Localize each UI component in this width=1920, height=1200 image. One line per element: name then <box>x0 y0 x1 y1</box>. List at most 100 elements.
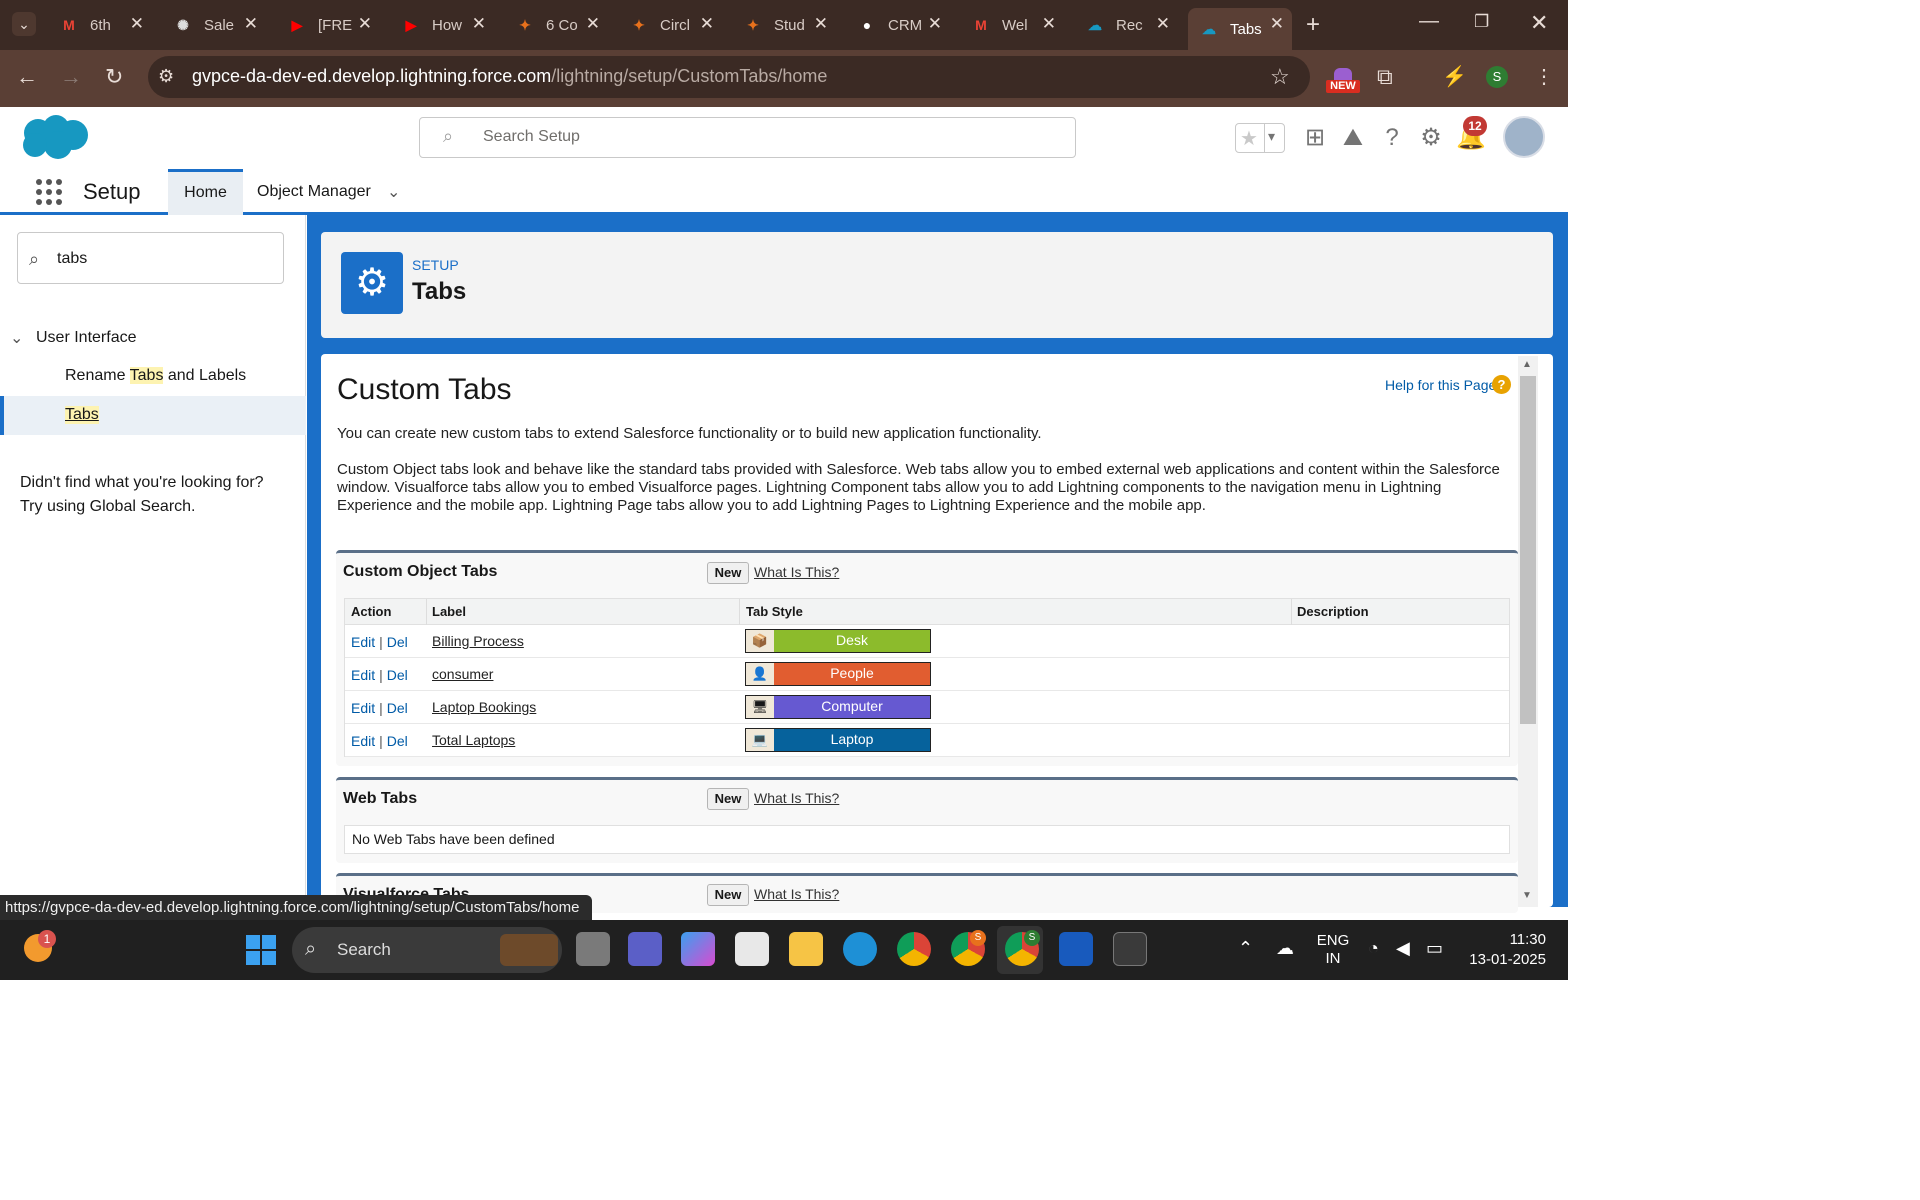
close-tab-icon[interactable]: ✕ <box>358 14 372 34</box>
help-icon[interactable]: ? <box>1378 124 1406 152</box>
favorites-button[interactable]: ★ ▾ <box>1235 123 1285 153</box>
delete-link[interactable]: Del <box>387 733 408 749</box>
reload-icon[interactable]: ↻ <box>105 64 123 90</box>
help-for-this-page-link[interactable]: Help for this Page <box>1385 377 1496 393</box>
browser-tab[interactable]: ✦ 6 Co ✕ <box>504 8 608 42</box>
word-icon[interactable] <box>1059 932 1093 966</box>
scroll-down-icon[interactable]: ▼ <box>1522 890 1532 901</box>
edit-link[interactable]: Edit <box>351 700 375 716</box>
browser-tab[interactable]: ☁ Rec ✕ <box>1074 8 1178 42</box>
scrollbar-thumb[interactable] <box>1520 376 1536 724</box>
web-tabs-what-is-this-link[interactable]: What Is This? <box>754 790 839 806</box>
salesforce-logo-icon[interactable] <box>18 113 90 163</box>
chrome-menu-icon[interactable]: ⋮ <box>1534 64 1554 89</box>
gmail-icon: M <box>63 17 75 33</box>
onedrive-icon[interactable]: ☁ <box>1276 938 1294 959</box>
visualforce-what-is-this-link[interactable]: What Is This? <box>754 886 839 902</box>
browser-tab[interactable]: ✺ Sale ✕ <box>162 8 266 42</box>
tree-item-tabs-label[interactable]: Tabs <box>65 406 99 424</box>
file-explorer-icon[interactable] <box>789 932 823 966</box>
setup-gear-icon[interactable]: ⚙ <box>1417 124 1445 152</box>
global-actions-icon[interactable]: ⊞ <box>1301 124 1329 152</box>
close-tab-icon[interactable]: ✕ <box>472 14 486 34</box>
wifi-icon[interactable]: ◔ <box>1368 938 1379 959</box>
tree-group-user-interface[interactable]: User Interface <box>36 329 136 347</box>
battery-icon[interactable]: ▭ <box>1426 938 1443 959</box>
extensions-puzzle-icon[interactable]: ⧉ <box>1377 64 1393 90</box>
new-web-tab-button[interactable]: New <box>707 788 749 810</box>
back-icon[interactable]: ← <box>16 64 38 90</box>
tree-item-rename-tabs[interactable]: Rename Tabs and Labels <box>65 367 246 385</box>
site-info-icon[interactable]: ⚙ <box>158 66 174 87</box>
browser-tab[interactable]: M Wel ✕ <box>960 8 1064 42</box>
profile-avatar[interactable]: S <box>1486 66 1508 88</box>
close-window-icon[interactable]: ✕ <box>1530 10 1548 36</box>
browser-tab[interactable]: ▶ [FRE ✕ <box>276 8 380 42</box>
forward-icon[interactable]: → <box>60 64 82 90</box>
windows-start-icon[interactable] <box>246 935 276 965</box>
nav-tab-object-manager[interactable]: Object Manager <box>257 183 371 201</box>
edit-link[interactable]: Edit <box>351 667 375 683</box>
close-tab-icon[interactable]: ✕ <box>814 14 828 34</box>
row-actions: Edit | Del <box>351 733 408 749</box>
edit-link[interactable]: Edit <box>351 733 375 749</box>
chrome-icon[interactable] <box>897 932 931 966</box>
browser-tab[interactable]: ✦ Stud ✕ <box>732 8 836 42</box>
extension-new-icon[interactable]: NEW <box>1326 68 1360 93</box>
close-tab-icon[interactable]: ✕ <box>586 14 600 34</box>
tab-style-name: Computer <box>821 698 883 714</box>
tree-item-tabs-selected[interactable] <box>0 396 306 435</box>
url-text[interactable]: gvpce-da-dev-ed.develop.lightning.force.… <box>192 66 827 87</box>
tab-label-link[interactable]: Laptop Bookings <box>432 699 536 715</box>
close-tab-icon[interactable]: ✕ <box>1270 14 1284 34</box>
tray-chevron-up-icon[interactable]: ⌃ <box>1238 938 1253 959</box>
restore-icon[interactable]: ❐ <box>1474 12 1489 32</box>
object-manager-chevron-icon[interactable]: ⌄ <box>387 182 400 202</box>
rename-highlight: Tabs <box>129 367 164 384</box>
close-tab-icon[interactable]: ✕ <box>928 14 942 34</box>
delete-link[interactable]: Del <box>387 700 408 716</box>
terminal-icon[interactable] <box>1113 932 1147 966</box>
what-is-this-link[interactable]: What Is This? <box>754 564 839 580</box>
tab-label-link[interactable]: consumer <box>432 666 493 682</box>
scroll-up-icon[interactable]: ▲ <box>1522 359 1532 370</box>
teams-icon[interactable] <box>628 932 662 966</box>
language-indicator[interactable]: ENG IN <box>1316 932 1350 968</box>
new-tab-icon[interactable]: + <box>1306 11 1320 39</box>
edge-icon[interactable] <box>843 932 877 966</box>
task-view-icon[interactable] <box>576 932 610 966</box>
salesforce-icon: ☁ <box>1088 16 1102 33</box>
bookmark-star-icon[interactable]: ☆ <box>1270 64 1290 90</box>
help-question-icon[interactable]: ? <box>1492 375 1511 394</box>
minimize-icon[interactable]: — <box>1419 10 1439 33</box>
volume-icon[interactable]: ◀ <box>1396 938 1410 959</box>
close-tab-icon[interactable]: ✕ <box>1042 14 1056 34</box>
browser-tab[interactable]: ✦ Circl ✕ <box>618 8 722 42</box>
store-icon[interactable] <box>735 932 769 966</box>
trailhead-icon[interactable]: ⛰ <box>1339 124 1367 152</box>
browser-tab[interactable]: ● CRM ✕ <box>846 8 950 42</box>
collapse-chevron-icon[interactable]: ⌄ <box>10 328 23 348</box>
tab-label-link[interactable]: Total Laptops <box>432 732 515 748</box>
copilot-icon[interactable] <box>681 932 715 966</box>
tab-search-icon[interactable]: ⌄ <box>12 12 36 36</box>
new-visualforce-tab-button[interactable]: New <box>707 884 749 906</box>
delete-link[interactable]: Del <box>387 634 408 650</box>
browser-tab[interactable]: ▶ How ✕ <box>390 8 494 42</box>
tab-label-link[interactable]: Billing Process <box>432 633 524 649</box>
edit-link[interactable]: Edit <box>351 634 375 650</box>
delete-link[interactable]: Del <box>387 667 408 683</box>
system-clock[interactable]: 11:30 13-01-2025 <box>1469 930 1546 970</box>
app-launcher-icon[interactable] <box>36 179 62 205</box>
close-tab-icon[interactable]: ✕ <box>130 14 144 34</box>
close-tab-icon[interactable]: ✕ <box>700 14 714 34</box>
close-tab-icon[interactable]: ✕ <box>244 14 258 34</box>
new-custom-object-tab-button[interactable]: New <box>707 562 749 584</box>
nav-tab-home[interactable]: Home <box>168 169 243 215</box>
user-avatar[interactable] <box>1503 116 1545 158</box>
performance-icon[interactable]: ⚡ <box>1442 64 1467 89</box>
description-line-1: Custom Object tabs look and behave like … <box>337 461 1500 478</box>
close-tab-icon[interactable]: ✕ <box>1156 14 1170 34</box>
browser-tab[interactable]: ☁ Tabs ✕ <box>1188 8 1292 50</box>
browser-tab[interactable]: M 6th ✕ <box>48 8 152 42</box>
